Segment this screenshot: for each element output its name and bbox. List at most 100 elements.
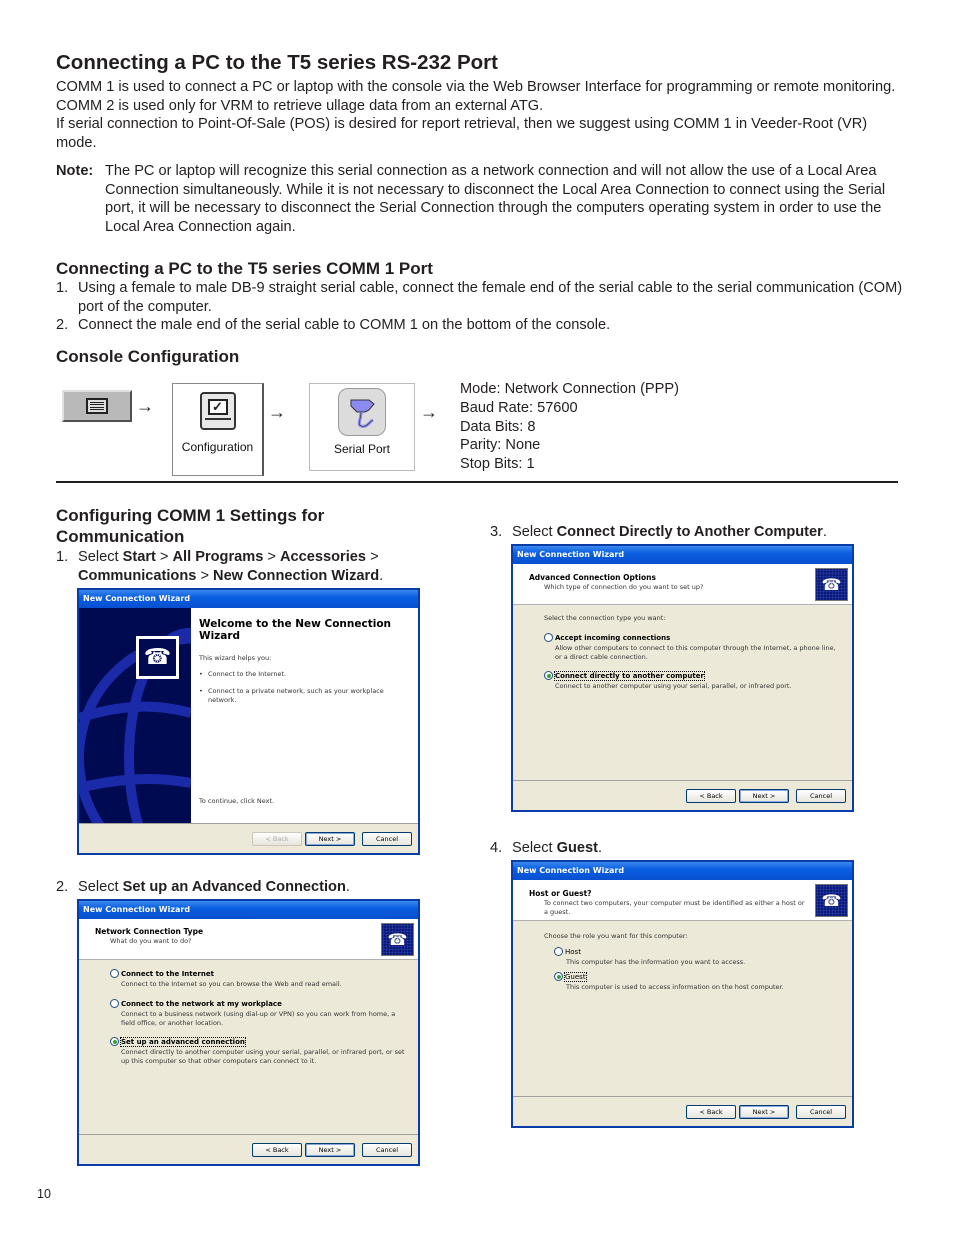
connection-icon: ☎: [136, 636, 179, 679]
next-button[interactable]: Next >: [739, 1105, 789, 1119]
arrow-icon: →: [420, 402, 438, 422]
cancel-button[interactable]: Cancel: [362, 1143, 412, 1157]
radio-button[interactable]: [554, 947, 563, 956]
welcome-intro: This wizard helps you:: [199, 654, 272, 662]
section-divider: [56, 481, 898, 483]
comm1-step: 2. Connect the male end of the serial ca…: [56, 316, 906, 335]
cancel-button[interactable]: Cancel: [796, 789, 846, 803]
header-subtitle: To connect two computers, your computer …: [544, 899, 805, 916]
step-text: Select Set up an Advanced Connection.: [78, 879, 350, 895]
config-step-1: 1. Select Start > All Programs > Accesso…: [56, 548, 436, 585]
note-block: Note: The PC or laptop will recognize th…: [56, 162, 906, 236]
welcome-bullet: • Connect to a private network, such as y…: [199, 687, 384, 704]
header-subtitle: What do you want to do?: [110, 937, 192, 945]
option-guest[interactable]: Guest This computer is used to access in…: [554, 971, 834, 992]
option-advanced-connection[interactable]: Set up an advanced connection Connect di…: [110, 1036, 410, 1066]
back-button[interactable]: < Back: [252, 1143, 302, 1157]
step-text: Select Start > All Programs > Accessorie…: [78, 549, 384, 584]
note-text: The PC or laptop will recognize this ser…: [105, 163, 886, 235]
window-title: New Connection Wizard: [79, 901, 418, 919]
option-workplace[interactable]: Connect to the network at my workplace C…: [110, 999, 410, 1028]
button-bar: < Back Next > Cancel: [513, 1096, 852, 1126]
back-button[interactable]: < Back: [686, 789, 736, 803]
config-step-4: 4. Select Guest.: [490, 839, 910, 858]
menu-button[interactable]: [62, 390, 132, 422]
option-connect-directly[interactable]: Connect directly to another computer Con…: [544, 670, 844, 691]
serial-port-icon: [338, 388, 386, 436]
window-title: New Connection Wizard: [79, 590, 418, 608]
configuration-icon: ✓: [199, 392, 236, 430]
step-number: 4.: [490, 840, 503, 856]
wizard-window-network-type: New Connection Wizard Network Connection…: [77, 899, 420, 1166]
comm1-steps: 1. Using a female to male DB-9 straight …: [56, 279, 906, 335]
configuration-label: Configuration: [181, 440, 254, 454]
button-bar: < Back Next > Cancel: [79, 1134, 418, 1164]
setting-data-bits: Data Bits: 8: [460, 418, 536, 435]
setting-parity: Parity: None: [460, 437, 541, 454]
header-subtitle: Which type of connection do you want to …: [544, 583, 704, 591]
radio-button-selected[interactable]: [110, 1037, 119, 1046]
welcome-title: Welcome to the New Connection Wizard: [199, 618, 392, 642]
radio-button[interactable]: [110, 999, 119, 1008]
page-number: 10: [37, 1187, 51, 1201]
continue-text: To continue, click Next.: [199, 797, 275, 805]
next-button[interactable]: Next >: [739, 789, 789, 803]
configuring-heading: Configuring COMM 1 Settings for Communic…: [56, 506, 325, 546]
setting-mode: Mode: Network Connection (PPP): [460, 381, 679, 397]
back-button[interactable]: < Back: [686, 1105, 736, 1119]
step-text: Connect the male end of the serial cable…: [78, 317, 611, 334]
next-button[interactable]: Next >: [305, 1143, 355, 1157]
wizard-window-host-guest: New Connection Wizard Host or Guest? To …: [511, 860, 854, 1128]
configuration-tile[interactable]: ✓ Configuration: [172, 383, 264, 476]
wizard-window-advanced-options: New Connection Wizard Advanced Connectio…: [511, 544, 854, 812]
connection-icon: ☎: [815, 884, 848, 917]
option-internet[interactable]: Connect to the Internet Connect to the I…: [110, 969, 410, 989]
radio-button[interactable]: [110, 969, 119, 978]
comm1-heading: Connecting a PC to the T5 series COMM 1 …: [56, 259, 433, 278]
welcome-bullet: • Connect to the Internet.: [199, 670, 287, 678]
wizard-header: Advanced Connection Options Which type o…: [513, 564, 852, 605]
header-title: Network Connection Type: [95, 927, 204, 936]
step-number: 1.: [56, 280, 69, 296]
role-prompt: Choose the role you want for this comput…: [544, 932, 688, 940]
intro-paragraph-1: COMM 1 is used to connect a PC or laptop…: [56, 79, 896, 114]
connection-icon: ☎: [381, 923, 414, 956]
serial-port-label: Serial Port: [333, 442, 391, 456]
serial-port-tile[interactable]: Serial Port: [309, 383, 415, 471]
step-number: 2.: [56, 317, 69, 334]
option-host[interactable]: Host This computer has the information y…: [554, 947, 834, 967]
back-button[interactable]: < Back: [252, 832, 302, 846]
connection-icon: ☎: [815, 568, 848, 601]
note-label: Note:: [56, 163, 94, 179]
config-step-2: 2. Select Set up an Advanced Connection.: [56, 878, 456, 897]
page-title: Connecting a PC to the T5 series RS-232 …: [56, 51, 498, 74]
header-title: Advanced Connection Options: [529, 573, 656, 582]
header-title: Host or Guest?: [529, 889, 592, 898]
radio-button-selected[interactable]: [554, 972, 563, 981]
arrow-icon: →: [136, 396, 154, 416]
button-bar: < Back Next > Cancel: [79, 823, 418, 853]
intro-text: COMM 1 is used to connect a PC or laptop…: [56, 78, 906, 152]
next-button[interactable]: Next >: [305, 832, 355, 846]
cancel-button[interactable]: Cancel: [796, 1105, 846, 1119]
option-accept-incoming[interactable]: Accept incoming connections Allow other …: [544, 633, 844, 662]
button-bar: < Back Next > Cancel: [513, 780, 852, 810]
step-number: 3.: [490, 524, 503, 540]
cancel-button[interactable]: Cancel: [362, 832, 412, 846]
step-text: Select Connect Directly to Another Compu…: [512, 524, 827, 540]
radio-button-selected[interactable]: [544, 671, 553, 680]
wizard-header: Network Connection Type What do you want…: [79, 919, 418, 960]
config-step-3: 3. Select Connect Directly to Another Co…: [490, 523, 910, 542]
step-text: Using a female to male DB-9 straight ser…: [78, 280, 903, 315]
menu-list-icon: [86, 398, 108, 414]
arrow-icon: →: [268, 402, 286, 422]
intro-paragraph-2: If serial connection to Point-Of-Sale (P…: [56, 116, 868, 151]
step-number: 1.: [56, 549, 69, 565]
window-title: New Connection Wizard: [513, 862, 852, 880]
step-number: 2.: [56, 879, 69, 895]
globe-banner: ☎: [79, 608, 191, 824]
console-heading: Console Configuration: [56, 347, 240, 366]
setting-stop-bits: Stop Bits: 1: [460, 456, 535, 473]
radio-button[interactable]: [544, 633, 553, 642]
setting-baud-rate: Baud Rate: 57600: [460, 399, 578, 416]
